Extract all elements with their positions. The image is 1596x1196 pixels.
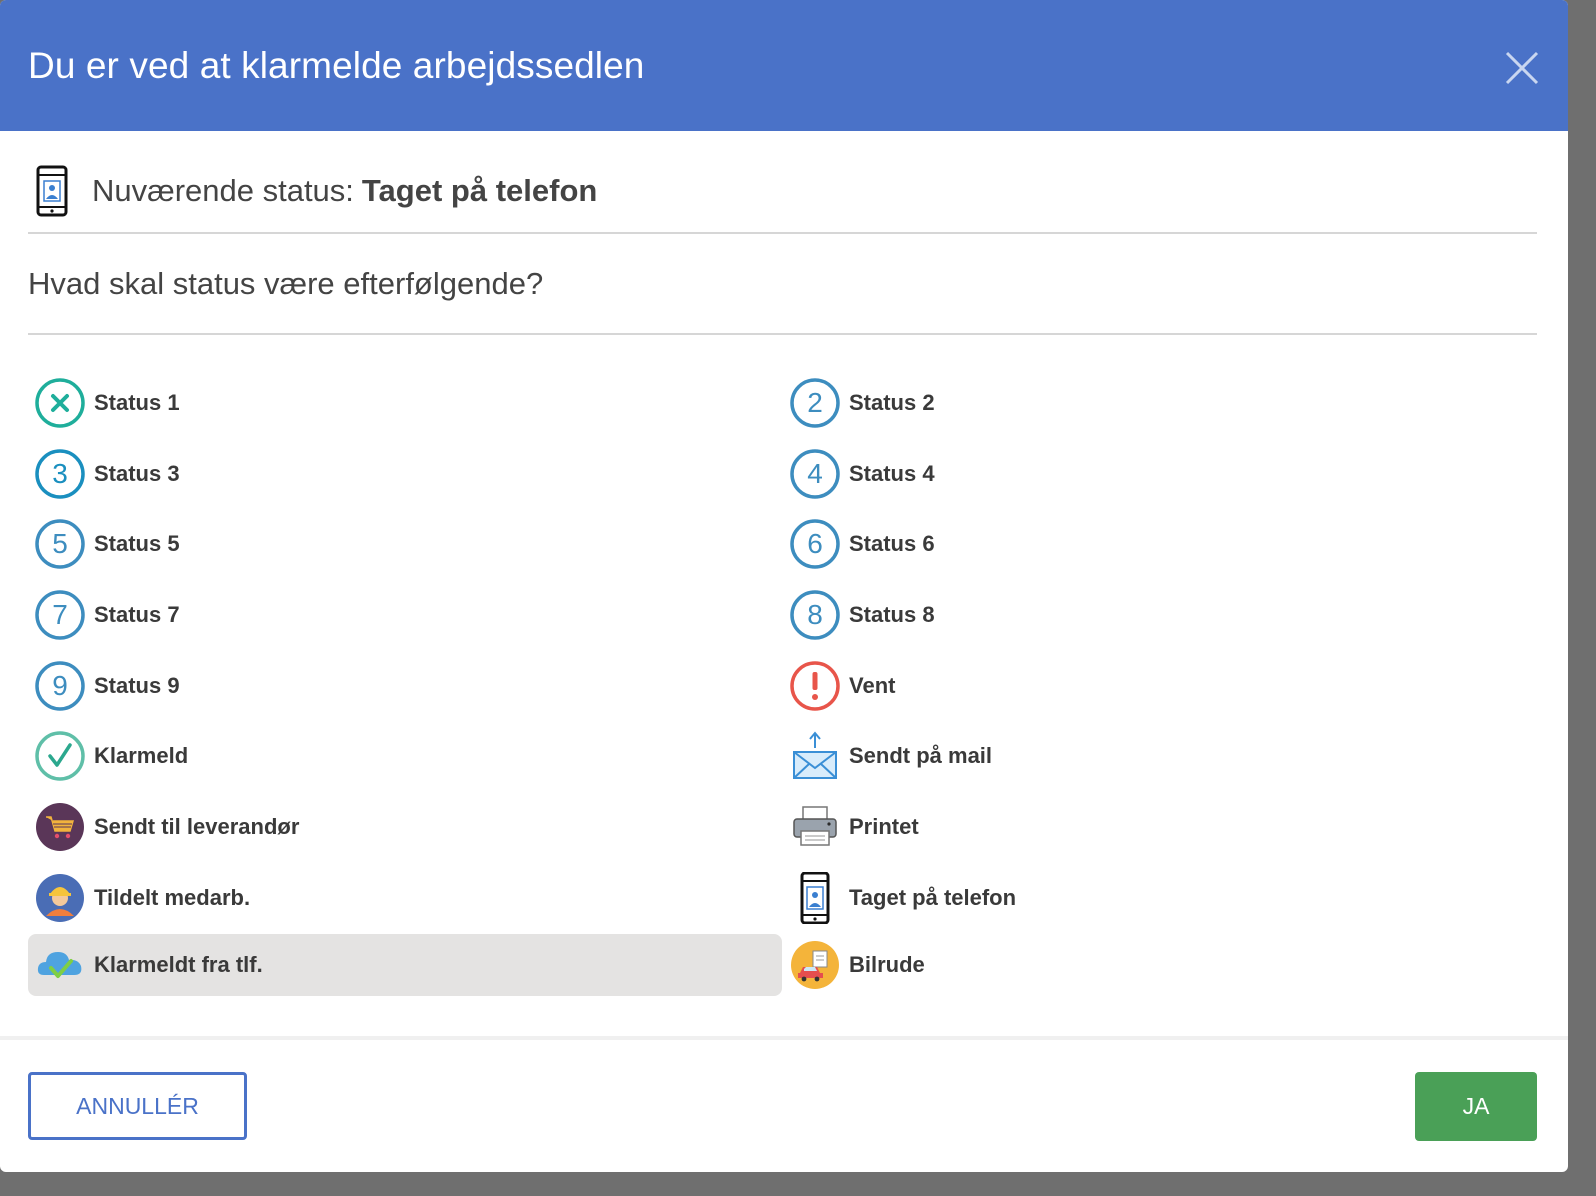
- option-vent[interactable]: Vent: [783, 655, 1537, 717]
- current-status: Nuværende status: Taget på telefon: [28, 165, 597, 217]
- option-status-3[interactable]: 3 Status 3: [28, 443, 782, 505]
- close-icon[interactable]: [1504, 50, 1540, 86]
- shopping-cart-icon: [36, 803, 84, 851]
- option-status-2[interactable]: 2 Status 2: [783, 372, 1537, 434]
- check-circle-icon: [35, 731, 85, 781]
- option-status-7[interactable]: 7 Status 7: [28, 584, 782, 646]
- number-8-circle-icon: 8: [790, 590, 840, 640]
- question-text: Hvad skal status være efterfølgende?: [28, 266, 544, 301]
- number-6-circle-icon: 6: [790, 519, 840, 569]
- option-label: Sendt på mail: [849, 743, 993, 768]
- option-status-8[interactable]: 8 Status 8: [783, 584, 1537, 646]
- option-label: Status 8: [849, 602, 935, 627]
- option-label: Status 1: [94, 390, 180, 415]
- option-label: Status 7: [94, 602, 180, 627]
- option-printet[interactable]: Printet: [783, 796, 1537, 858]
- cancel-button[interactable]: ANNULLÉR: [28, 1072, 247, 1140]
- svg-text:7: 7: [52, 599, 68, 630]
- confirm-button[interactable]: JA: [1415, 1072, 1537, 1141]
- option-label: Klarmeld: [94, 743, 189, 768]
- current-status-label: Nuværende status:: [92, 173, 354, 208]
- number-3-circle-icon: 3: [35, 449, 85, 499]
- printer-icon: [793, 806, 837, 846]
- option-status-1[interactable]: Status 1: [28, 372, 782, 434]
- number-7-circle-icon: 7: [35, 590, 85, 640]
- worker-icon: [36, 874, 84, 922]
- phone-icon: [800, 872, 830, 924]
- option-label: Tildelt medarb.: [94, 885, 251, 910]
- svg-text:3: 3: [52, 458, 68, 489]
- car-windshield-icon: [791, 941, 839, 989]
- phone-icon: [36, 165, 68, 217]
- option-bilrude[interactable]: Bilrude: [783, 934, 1537, 996]
- option-label: Status 2: [849, 390, 935, 415]
- option-sendt-pa-mail[interactable]: Sendt på mail: [783, 725, 1537, 787]
- svg-text:2: 2: [807, 387, 823, 418]
- option-status-6[interactable]: 6 Status 6: [783, 513, 1537, 575]
- svg-text:8: 8: [807, 599, 823, 630]
- divider: [28, 333, 1537, 335]
- option-label: Status 5: [94, 531, 180, 556]
- option-label: Sendt til leverandør: [94, 814, 300, 839]
- status-dialog: Du er ved at klarmelde arbejdssedlen Nuv…: [0, 0, 1568, 1172]
- option-status-5[interactable]: 5 Status 5: [28, 513, 782, 575]
- exclamation-circle-icon: [790, 661, 840, 711]
- option-label: Taget på telefon: [849, 885, 1017, 910]
- option-label: Klarmeldt fra tlf.: [94, 952, 263, 977]
- svg-text:6: 6: [807, 528, 823, 559]
- option-tildelt-medarb[interactable]: Tildelt medarb.: [28, 867, 782, 929]
- x-circle-icon: [35, 378, 85, 428]
- option-label: Vent: [849, 673, 896, 698]
- option-taget-pa-telefon[interactable]: Taget på telefon: [783, 867, 1537, 929]
- svg-text:9: 9: [52, 670, 68, 701]
- number-9-circle-icon: 9: [35, 661, 85, 711]
- option-label: Status 3: [94, 461, 180, 486]
- option-label: Status 9: [94, 673, 180, 698]
- number-5-circle-icon: 5: [35, 519, 85, 569]
- number-4-circle-icon: 4: [790, 449, 840, 499]
- divider: [28, 232, 1537, 234]
- option-klarmeld[interactable]: Klarmeld: [28, 725, 782, 787]
- option-label: Status 4: [849, 461, 935, 486]
- option-label: Printet: [849, 814, 919, 839]
- option-status-9[interactable]: 9 Status 9: [28, 655, 782, 717]
- option-klarmeldt-fra-tlf[interactable]: Klarmeldt fra tlf.: [28, 934, 782, 996]
- current-status-value: Taget på telefon: [361, 173, 598, 208]
- mail-send-icon: [793, 731, 837, 779]
- dialog-title: Du er ved at klarmelde arbejdssedlen: [28, 44, 645, 86]
- option-label: Bilrude: [849, 952, 925, 977]
- number-2-circle-icon: 2: [790, 378, 840, 428]
- option-sendt-til-leverandor[interactable]: Sendt til leverandør: [28, 796, 782, 858]
- cloud-check-icon: [37, 952, 82, 978]
- option-label: Status 6: [849, 531, 935, 556]
- footer-divider: [0, 1036, 1568, 1040]
- option-status-4[interactable]: 4 Status 4: [783, 443, 1537, 505]
- svg-text:4: 4: [807, 458, 823, 489]
- svg-text:5: 5: [52, 528, 68, 559]
- dialog-header: Du er ved at klarmelde arbejdssedlen: [0, 0, 1568, 131]
